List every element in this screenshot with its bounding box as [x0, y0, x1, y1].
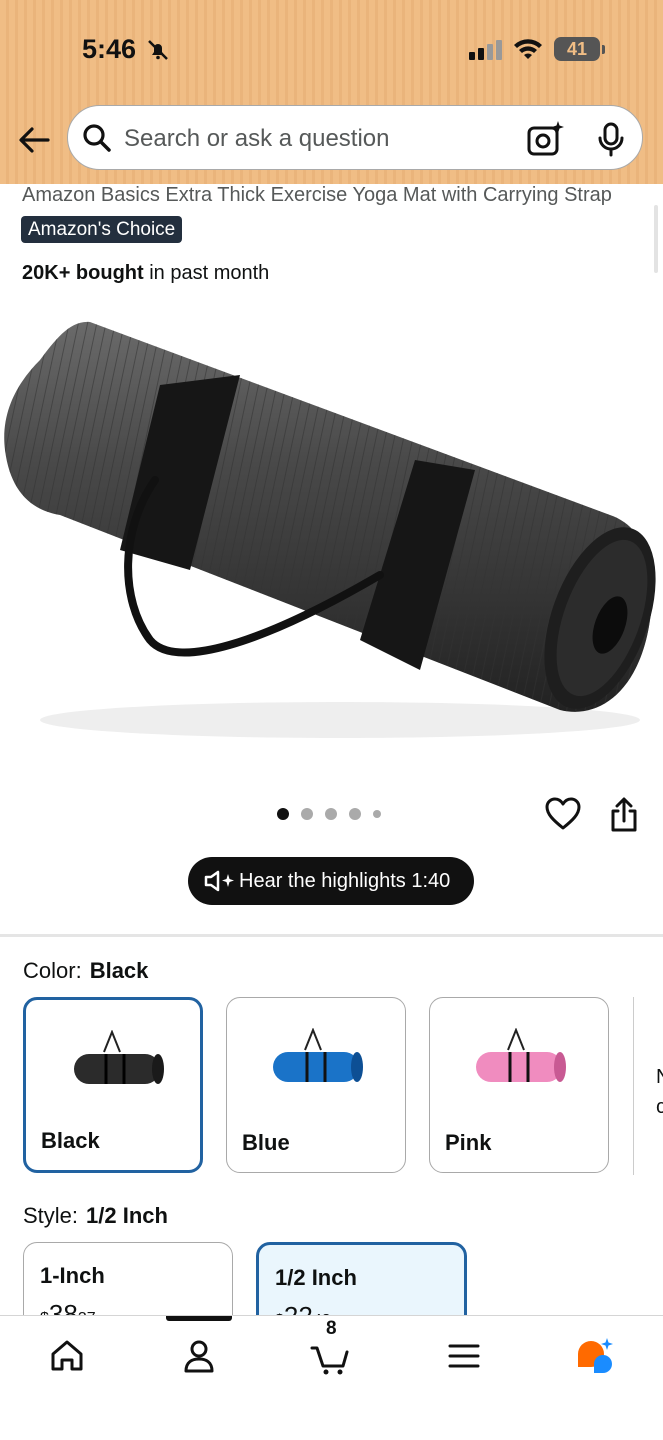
menu-icon[interactable] — [444, 1336, 484, 1376]
battery-indicator: 41 — [554, 37, 600, 61]
color-option-pink[interactable]: Pink — [429, 997, 609, 1173]
more-colors-peek[interactable]: N c — [656, 1062, 663, 1122]
pagination-dot-active[interactable] — [277, 808, 289, 820]
cart-icon[interactable] — [310, 1336, 350, 1376]
style-option-label: 1-Inch — [40, 1263, 105, 1288]
bought-count-bold: 20K+ bought — [22, 262, 144, 284]
pink-mat-thumbnail — [476, 1028, 566, 1082]
pagination-dot[interactable] — [301, 808, 313, 820]
image-pagination[interactable] — [277, 808, 381, 820]
search-icon — [83, 124, 111, 152]
product-title[interactable]: Amazon Basics Extra Thick Exercise Yoga … — [22, 184, 612, 207]
microphone-icon[interactable] — [596, 122, 626, 158]
color-option-label: Pink — [445, 1130, 492, 1155]
cellular-signal-icon — [469, 40, 502, 60]
camera-search-icon[interactable] — [526, 120, 566, 158]
status-time: 5:46 — [82, 34, 137, 64]
swatch-divider — [633, 997, 634, 1175]
color-option-blue[interactable]: Blue — [226, 997, 406, 1173]
color-option-label: Blue — [242, 1130, 290, 1155]
header: 5:46 41 Search or ask a question — [0, 0, 663, 184]
more-colors-peek-line: c — [656, 1096, 663, 1118]
wifi-icon — [514, 39, 542, 59]
bell-slash-icon — [148, 40, 168, 60]
more-colors-peek-line: N — [656, 1062, 663, 1092]
home-icon[interactable] — [47, 1336, 87, 1376]
color-label-text: Color: — [23, 958, 82, 983]
search-input[interactable]: Search or ask a question — [67, 105, 643, 170]
rufus-assistant-icon[interactable] — [574, 1336, 614, 1376]
pagination-dot[interactable] — [349, 808, 361, 820]
black-mat-thumbnail — [74, 1030, 164, 1084]
bought-count-rest: in past month — [143, 262, 270, 284]
nav-active-indicator — [166, 1316, 232, 1321]
bought-count: 20K+ bought in past month — [22, 262, 269, 285]
search-placeholder: Search or ask a question — [124, 125, 390, 152]
hear-highlights-button[interactable]: Hear the highlights 1:40 — [188, 857, 474, 905]
color-label: Color: Black — [23, 958, 148, 984]
back-button[interactable] — [14, 120, 54, 160]
style-label-text: Style: — [23, 1203, 79, 1228]
style-option-label: 1/2 Inch — [275, 1265, 357, 1290]
pagination-dot[interactable] — [325, 808, 337, 820]
style-selected-value: 1/2 Inch — [86, 1203, 168, 1228]
speaker-sparkle-icon — [204, 870, 234, 892]
product-image[interactable] — [0, 300, 663, 770]
battery-cap — [602, 45, 605, 54]
pagination-dot[interactable] — [373, 810, 381, 818]
heart-icon[interactable] — [545, 797, 581, 831]
scrollbar[interactable] — [654, 205, 658, 273]
hear-highlights-label: Hear the highlights 1:40 — [239, 870, 451, 892]
account-icon[interactable] — [179, 1336, 219, 1376]
color-option-label: Black — [41, 1128, 100, 1153]
section-divider — [0, 934, 663, 937]
color-option-black[interactable]: Black — [23, 997, 203, 1173]
share-icon[interactable] — [608, 797, 640, 833]
blue-mat-thumbnail — [273, 1028, 363, 1082]
color-selected-value: Black — [89, 958, 149, 983]
cart-count-badge: 8 — [326, 1318, 337, 1339]
style-label: Style: 1/2 Inch — [23, 1203, 168, 1229]
amazons-choice-badge[interactable]: Amazon's Choice — [21, 216, 183, 243]
